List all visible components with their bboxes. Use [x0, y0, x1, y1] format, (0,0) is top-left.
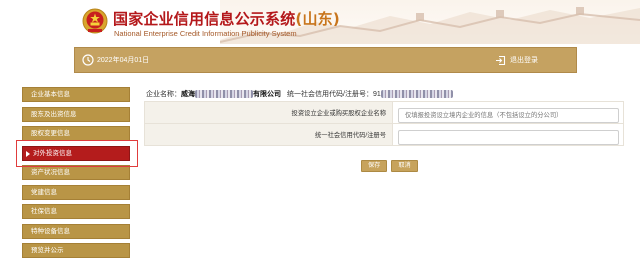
- sidebar-item-label: 资产状况信息: [31, 169, 70, 176]
- sidebar-item-social-security[interactable]: 社保信息: [22, 204, 130, 219]
- sidebar-item-label: 特种设备信息: [31, 227, 70, 235]
- site-subtitle: National Enterprise Credit Information P…: [114, 29, 297, 38]
- site-header: 国家企业信用信息公示系统(山东) National Enterprise Cre…: [0, 0, 640, 44]
- save-button[interactable]: 保存: [361, 160, 388, 172]
- credit-code-field-label: 统一社会信用代码/注册号: [144, 123, 393, 146]
- invested-company-name-label: 投资设立企业或购买股权企业名称: [144, 101, 393, 124]
- credit-code-label: 统一社会信用代码/注册号：: [287, 91, 373, 98]
- sidebar-item-label: 党建信息: [31, 188, 57, 196]
- sidebar-item-label: 股权变更信息: [31, 130, 70, 137]
- company-name-prefix: 威海: [181, 91, 195, 98]
- sidebar-item-label: 社保信息: [31, 208, 57, 215]
- redaction-blur: [195, 90, 253, 99]
- company-name-label: 企业名称：: [146, 91, 181, 98]
- invested-company-name-input[interactable]: [398, 108, 619, 123]
- sidebar-item-shareholders[interactable]: 股东及出资信息: [22, 106, 130, 122]
- company-name-suffix: 有限公司: [253, 91, 281, 98]
- credit-code-prefix: 91: [372, 91, 381, 98]
- site-title: 国家企业信用信息公示系统(山东): [113, 8, 340, 29]
- form-row: 投资设立企业或购买股权企业名称: [144, 101, 624, 124]
- logout-icon: [496, 55, 506, 65]
- sidebar-item-label: 股东及出资信息: [31, 110, 77, 118]
- form-row: 统一社会信用代码/注册号: [144, 123, 624, 146]
- sidebar-item-label: 预览并公示: [31, 247, 64, 254]
- national-emblem-icon: [82, 8, 108, 34]
- form-field-cell: [392, 101, 624, 124]
- annotation-highlight-box: [16, 140, 138, 167]
- sidebar-item-basic-info[interactable]: 企业基本信息: [22, 87, 130, 102]
- current-date: 2022年04月01日: [97, 57, 150, 64]
- form-actions: 保存 取消: [361, 160, 418, 172]
- sidebar-item-assets[interactable]: 资产状况信息: [22, 165, 130, 180]
- form-field-cell: [392, 123, 624, 146]
- redaction-blur: [380, 90, 453, 99]
- company-info: 企业名称：威海 有限公司 统一社会信用代码/注册号：91: [146, 89, 453, 99]
- top-toolbar: 2022年04月01日 退出登录: [74, 47, 577, 73]
- credit-code-input[interactable]: [398, 130, 619, 145]
- clock-icon: [82, 54, 94, 66]
- sidebar-item-special-equipment[interactable]: 特种设备信息: [22, 223, 130, 239]
- sidebar-item-equity-change[interactable]: 股权变更信息: [22, 126, 130, 141]
- investment-form: 投资设立企业或购买股权企业名称 统一社会信用代码/注册号: [144, 101, 624, 146]
- logout-button[interactable]: 退出登录: [495, 53, 538, 67]
- logout-label: 退出登录: [510, 57, 538, 64]
- sidebar-item-party-building[interactable]: 党建信息: [22, 184, 130, 200]
- company-name-value: 威海 有限公司: [181, 90, 281, 99]
- site-title-text: 国家企业信用信息公示系统: [113, 10, 296, 28]
- sidebar-item-preview-publish[interactable]: 预览并公示: [22, 243, 130, 258]
- sidebar-nav: 企业基本信息 股东及出资信息 股权变更信息 对外投资信息 资产状况信息 党建信息…: [22, 87, 130, 263]
- sidebar-item-label: 企业基本信息: [31, 91, 70, 98]
- cancel-button[interactable]: 取消: [391, 160, 418, 172]
- province-label: (山东): [295, 10, 340, 28]
